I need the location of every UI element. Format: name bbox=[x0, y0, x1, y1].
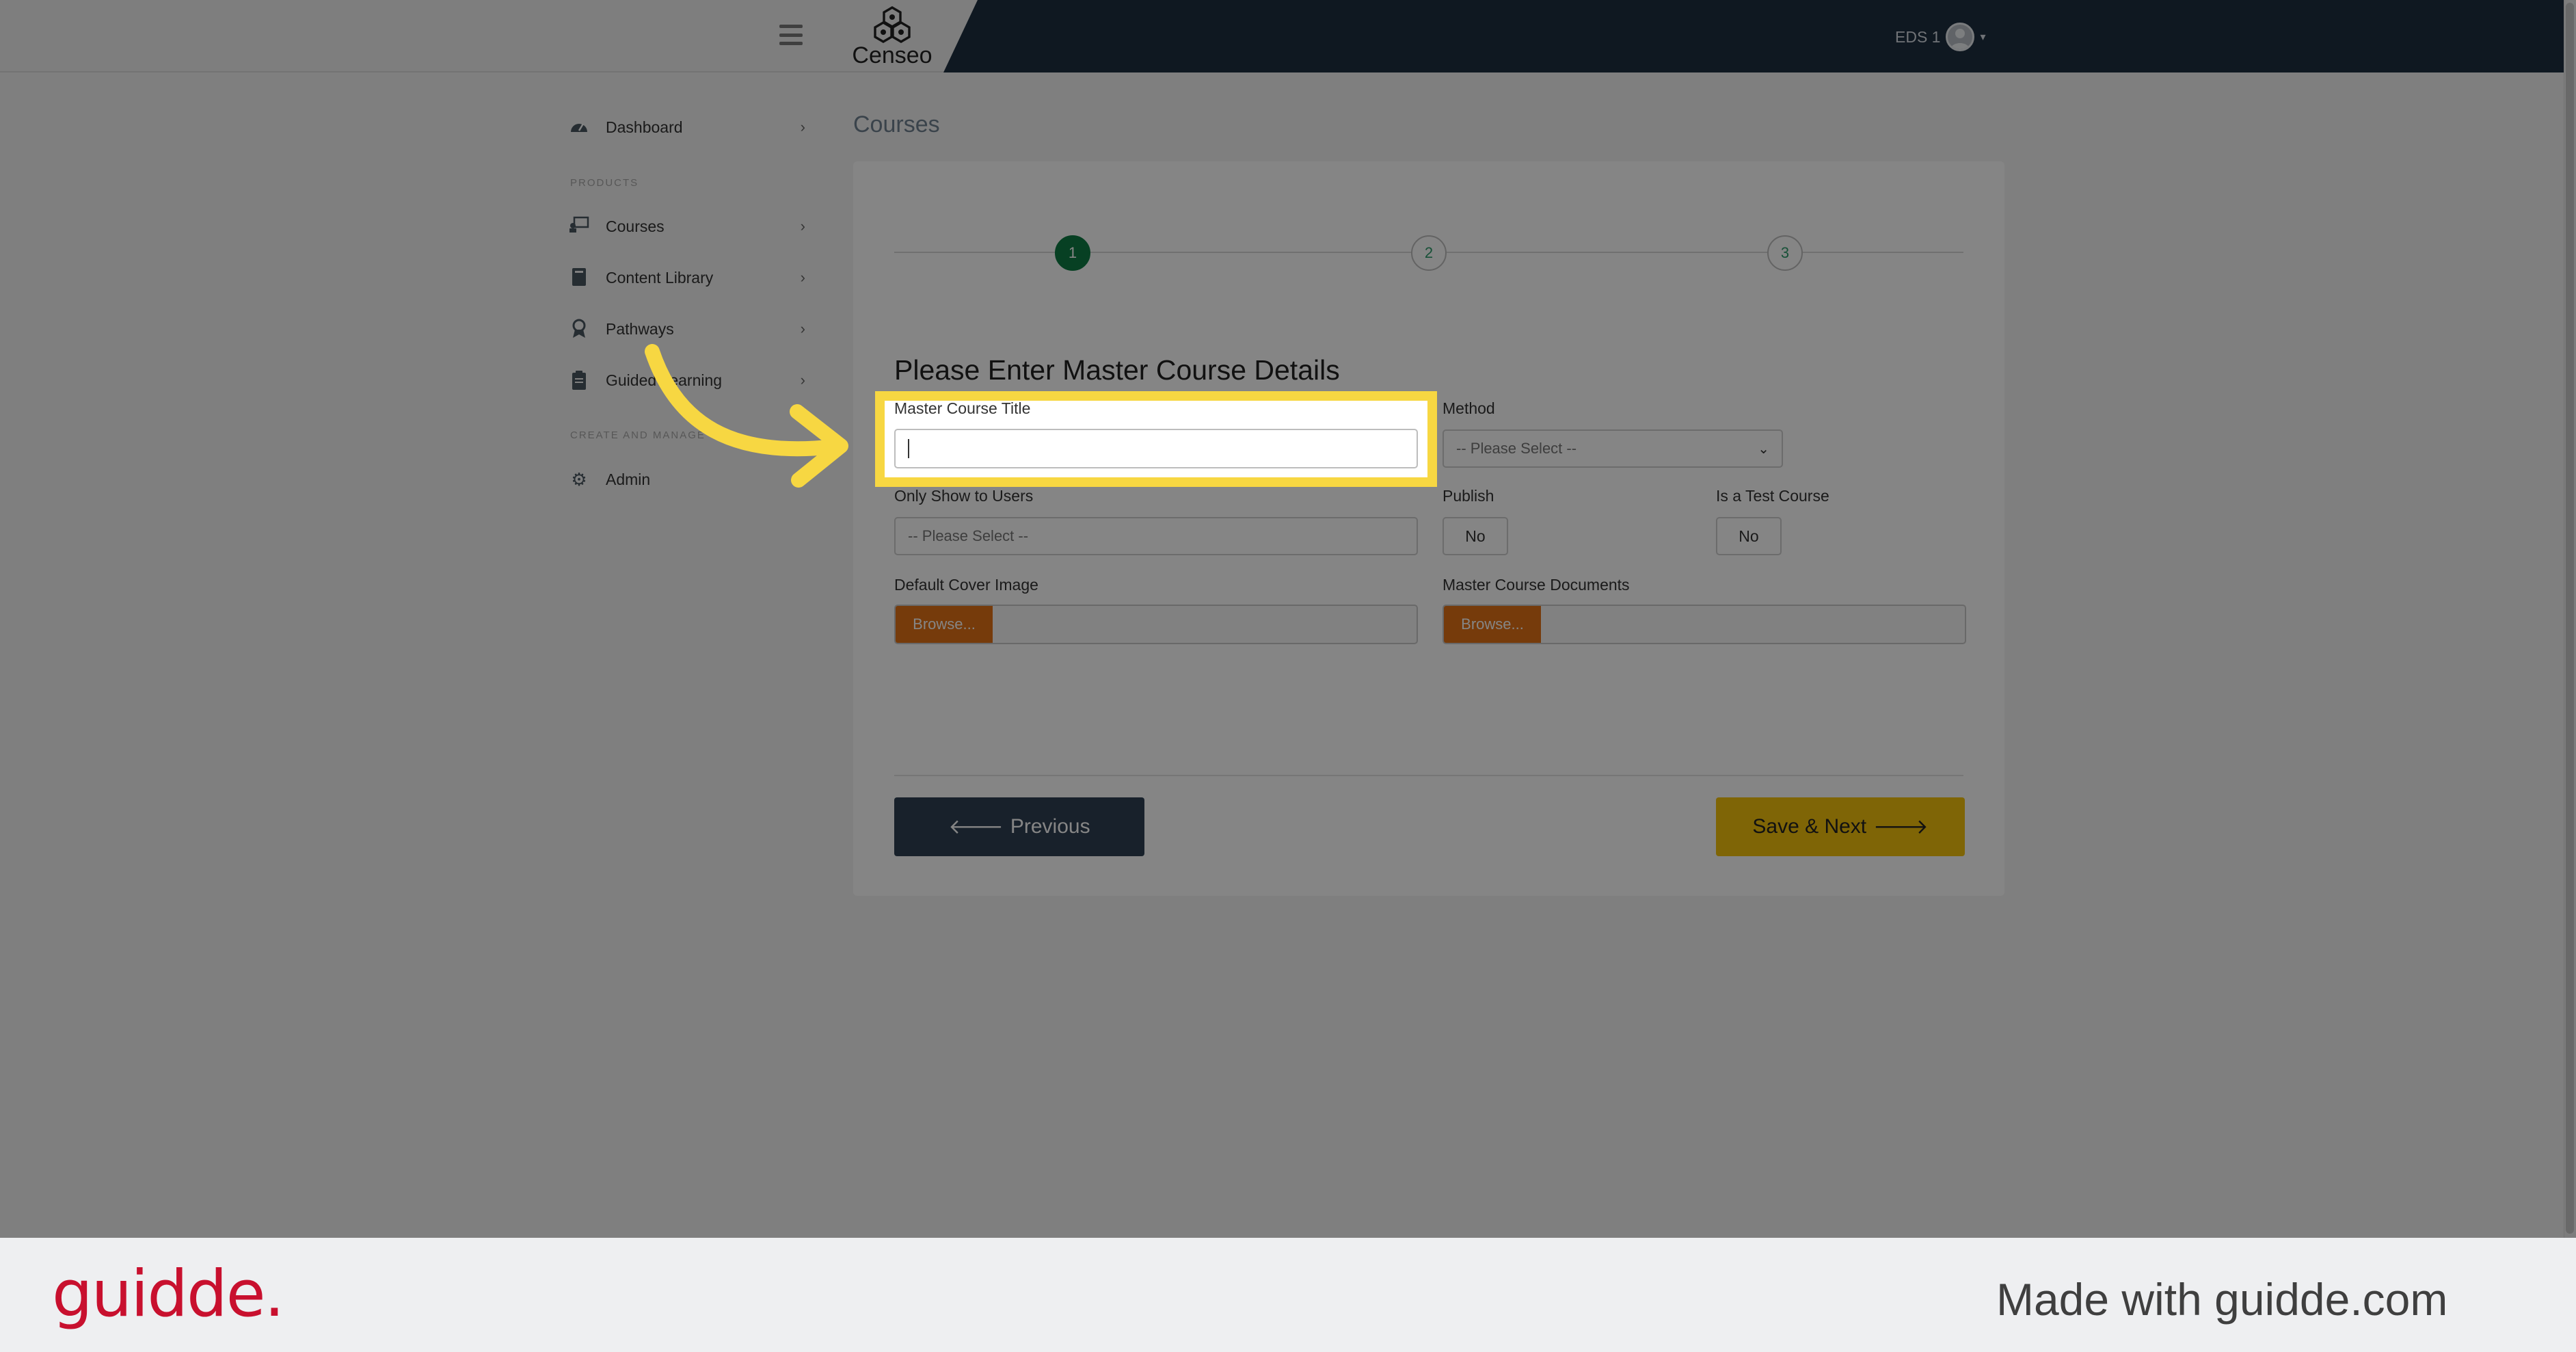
hamburger-menu-icon[interactable] bbox=[779, 25, 803, 45]
form-divider bbox=[894, 775, 1963, 776]
sidebar-item-content-library[interactable]: Content Library › bbox=[569, 263, 805, 293]
cover-image-label: Default Cover Image bbox=[894, 576, 1038, 594]
award-ribbon-icon bbox=[569, 319, 589, 339]
form-heading: Please Enter Master Course Details bbox=[894, 354, 1340, 386]
guidde-logo[interactable]: guidde. bbox=[52, 1257, 284, 1331]
save-next-button[interactable]: Save & Next 🡒 bbox=[1716, 797, 1965, 856]
documents-label: Master Course Documents bbox=[1443, 576, 1630, 594]
method-select-value: -- Please Select -- bbox=[1456, 440, 1577, 457]
chevron-right-icon: › bbox=[800, 269, 805, 286]
chevron-down-icon: ⌄ bbox=[1758, 442, 1769, 457]
sidebar-item-courses[interactable]: Courses › bbox=[569, 211, 805, 241]
made-with-text[interactable]: Made with guidde.com bbox=[1996, 1273, 2447, 1325]
test-course-toggle[interactable]: No bbox=[1716, 517, 1782, 555]
gear-icon: ⚙ bbox=[571, 469, 587, 490]
arrow-right-icon: 🡒 bbox=[1873, 816, 1929, 838]
sidebar-item-label: Dashboard bbox=[606, 118, 683, 136]
only-show-label: Only Show to Users bbox=[894, 487, 1034, 505]
courses-chalkboard-icon bbox=[569, 216, 589, 237]
user-menu[interactable]: EDS 1 ▾ bbox=[1895, 22, 1986, 52]
step-1[interactable]: 1 bbox=[1055, 235, 1090, 271]
cover-image-file-input[interactable]: Browse... bbox=[894, 605, 1418, 644]
documents-file-input[interactable]: Browse... bbox=[1443, 605, 1966, 644]
caret-down-icon: ▾ bbox=[1980, 31, 1986, 43]
only-show-select[interactable]: -- Please Select -- bbox=[894, 517, 1418, 555]
censeo-logo[interactable]: Censeo bbox=[848, 5, 937, 68]
publish-toggle[interactable]: No bbox=[1443, 517, 1508, 555]
method-select[interactable]: -- Please Select -- ⌄ bbox=[1443, 429, 1783, 468]
test-course-label: Is a Test Course bbox=[1716, 487, 1829, 505]
book-icon bbox=[569, 267, 589, 288]
top-bar-right bbox=[943, 0, 2564, 72]
scrollbar-thumb[interactable] bbox=[2566, 3, 2574, 1234]
step-3[interactable]: 3 bbox=[1767, 235, 1803, 271]
master-course-title-input[interactable] bbox=[894, 429, 1418, 468]
page-title: Courses bbox=[853, 111, 940, 137]
save-next-button-label: Save & Next bbox=[1752, 815, 1867, 838]
documents-browse-button[interactable]: Browse... bbox=[1444, 606, 1541, 643]
pointer-arrow-icon bbox=[645, 344, 848, 488]
previous-button-label: Previous bbox=[1010, 815, 1090, 838]
master-course-title-label: Master Course Title bbox=[894, 399, 1031, 417]
cover-image-browse-button[interactable]: Browse... bbox=[896, 606, 993, 643]
dashboard-gauge-icon bbox=[569, 117, 589, 137]
previous-button[interactable]: 🡐 Previous bbox=[894, 797, 1144, 856]
sidebar-item-label: Content Library bbox=[606, 268, 714, 287]
arrow-left-icon: 🡐 bbox=[948, 816, 1004, 838]
top-bar-left bbox=[0, 0, 978, 72]
publish-label: Publish bbox=[1443, 487, 1494, 505]
chevron-right-icon: › bbox=[800, 118, 805, 135]
sidebar-item-label: Courses bbox=[606, 217, 665, 235]
user-name: EDS 1 bbox=[1895, 27, 1941, 46]
step-2[interactable]: 2 bbox=[1411, 235, 1447, 271]
chevron-right-icon: › bbox=[800, 217, 805, 235]
hexagon-logo-icon bbox=[874, 6, 911, 43]
user-avatar-icon bbox=[1946, 23, 1975, 51]
method-label: Method bbox=[1443, 399, 1495, 417]
sidebar-item-dashboard[interactable]: Dashboard › bbox=[569, 112, 805, 142]
sidebar-section-products: PRODUCTS bbox=[570, 177, 639, 189]
clipboard-icon bbox=[569, 370, 589, 390]
text-cursor bbox=[908, 439, 909, 458]
logo-text: Censeo bbox=[852, 42, 933, 68]
only-show-select-value: -- Please Select -- bbox=[908, 527, 1029, 544]
